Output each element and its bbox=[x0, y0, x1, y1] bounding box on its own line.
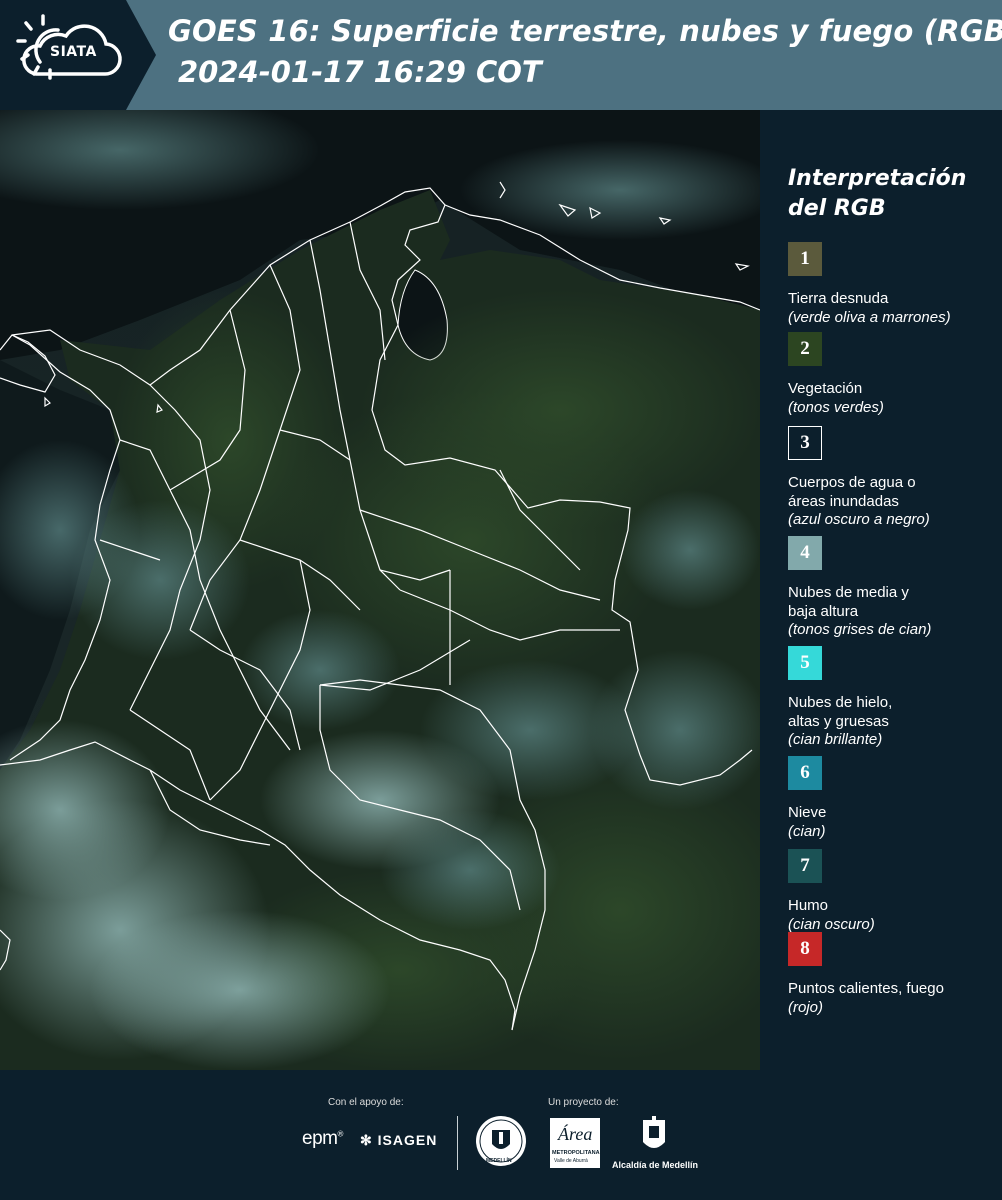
legend-description: (tonos grises de cian) bbox=[788, 621, 932, 638]
area-logo-text: Área bbox=[558, 1124, 593, 1144]
area-logo-sub: Valle de Aburrá bbox=[554, 1158, 588, 1164]
satellite-image bbox=[0, 110, 760, 1070]
legend-item: 7 Humo (cian oscuro) bbox=[788, 849, 998, 934]
alcaldia-shield-icon bbox=[643, 1116, 665, 1148]
legend-swatch: 1 bbox=[788, 242, 822, 276]
legend-item: 6 Nieve (cian) bbox=[788, 756, 998, 841]
legend-title: Interpretación del RGB bbox=[788, 166, 967, 221]
epm-text: epm bbox=[302, 1128, 338, 1149]
seal-caption: MEDELLÍN bbox=[486, 1158, 512, 1164]
legend-label: Humo bbox=[788, 897, 829, 914]
alcaldia-label: Alcaldía de Medellín bbox=[612, 1160, 699, 1170]
legend-description: (cian) bbox=[788, 822, 826, 840]
legend-swatch: 2 bbox=[788, 332, 822, 366]
legend-item: 8 Puntos calientes, fuego (rojo) bbox=[788, 932, 998, 1017]
legend-description: (rojo) bbox=[788, 998, 824, 1016]
legend-swatch: 8 bbox=[788, 932, 822, 966]
legend-description: (cian brillante) bbox=[788, 731, 883, 748]
isagen-logo: ✻ ISAGEN bbox=[360, 1132, 437, 1149]
legend-label: Nubes de hielo, altas y gruesas bbox=[788, 694, 893, 730]
legend-swatch: 4 bbox=[788, 536, 822, 570]
legend-swatch: 3 bbox=[788, 426, 822, 460]
legend-label: Cuerpos de agua o áreas inundadas bbox=[788, 474, 916, 510]
epm-logo: epm® bbox=[302, 1128, 343, 1149]
legend-label: Puntos calientes, fuego bbox=[788, 980, 944, 997]
footer-divider bbox=[457, 1116, 458, 1170]
logo-text: SIATA bbox=[50, 44, 97, 60]
legend-swatch: 6 bbox=[788, 756, 822, 790]
area-logo-caption: METROPOLITANA bbox=[552, 1150, 600, 1156]
legend-label: Vegetación bbox=[788, 380, 863, 397]
legend-item: 1 Tierra desnuda (verde oliva a marrones) bbox=[788, 242, 998, 327]
legend-label: Nieve bbox=[788, 804, 827, 821]
header-chevron-tip bbox=[122, 0, 156, 110]
legend-item: 3 Cuerpos de agua o áreas inundadas (azul … bbox=[788, 426, 998, 530]
legend-description: (azul oscuro a negro) bbox=[788, 511, 930, 528]
page-title: GOES 16: Superficie terrestre, nubes y f… bbox=[168, 14, 1002, 48]
legend-swatch: 5 bbox=[788, 646, 822, 680]
legend-item: 5 Nubes de hielo, altas y gruesas (cian br… bbox=[788, 646, 998, 750]
legend-item: 4 Nubes de media y baja altura (tonos gris… bbox=[788, 536, 998, 640]
legend-swatch: 7 bbox=[788, 849, 822, 883]
area-metropolitana-logo: Área METROPOLITANA Valle de Aburrá bbox=[550, 1118, 600, 1168]
isagen-text: ISAGEN bbox=[377, 1132, 438, 1148]
legend-label: Nubes de media y baja altura bbox=[788, 584, 909, 620]
legend-label: Tierra desnuda bbox=[788, 290, 889, 307]
legend-description: (verde oliva a marrones) bbox=[788, 308, 951, 326]
legend-item: 2 Vegetación (tonos verdes) bbox=[788, 332, 998, 417]
support-label: Con el apoyo de: bbox=[328, 1097, 404, 1108]
satellite-map bbox=[0, 110, 760, 1070]
rgb-legend: Interpretación del RGB 1 Tierra desnuda (v… bbox=[772, 110, 998, 1070]
footer: Con el apoyo de: Un proyecto de: epm® ✻ … bbox=[0, 1070, 1002, 1200]
isagen-icon: ✻ bbox=[360, 1132, 373, 1148]
siata-logo: SIATA bbox=[14, 14, 126, 94]
header: SIATA GOES 16: Superficie terrestre, nub… bbox=[0, 0, 1002, 110]
project-label: Un proyecto de: bbox=[548, 1097, 619, 1108]
page-timestamp: 2024-01-17 16:29 COT bbox=[178, 55, 542, 89]
legend-description: (tonos verdes) bbox=[788, 398, 884, 416]
